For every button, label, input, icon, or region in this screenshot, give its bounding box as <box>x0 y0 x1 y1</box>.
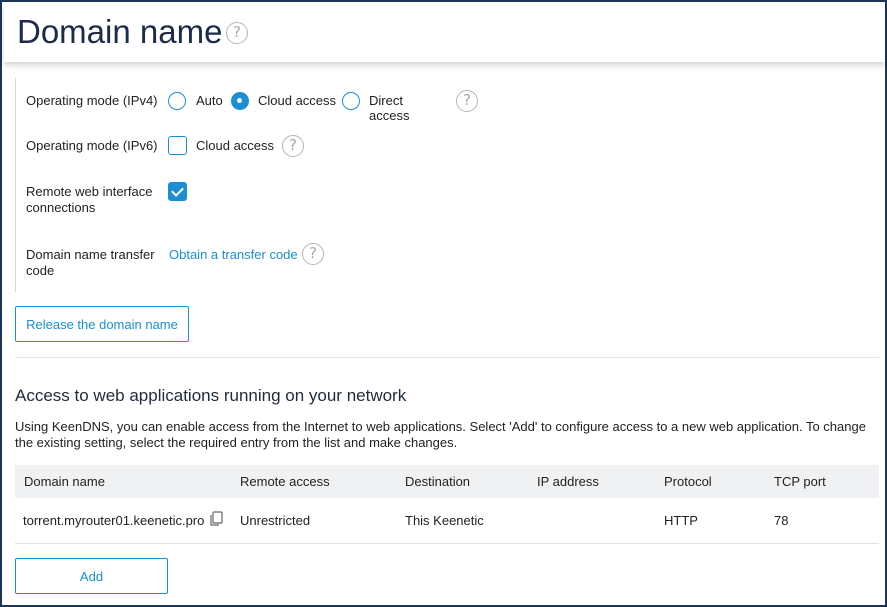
help-icon[interactable]: ? <box>226 22 248 44</box>
radio-auto-label[interactable]: Auto <box>196 93 223 108</box>
ipv6-cloud-access-checkbox[interactable] <box>168 136 187 155</box>
help-icon[interactable]: ? <box>282 135 304 157</box>
col-destination[interactable]: Destination <box>405 474 470 489</box>
remote-web-label-line2: connections <box>26 200 96 215</box>
remote-web-checkbox[interactable] <box>168 182 187 201</box>
page-header: Domain name ? <box>4 4 885 62</box>
help-icon[interactable]: ? <box>456 90 478 112</box>
col-remote-access[interactable]: Remote access <box>240 474 330 489</box>
col-ip-address[interactable]: IP address <box>537 474 599 489</box>
apps-description: Using KeenDNS, you can enable access fro… <box>15 419 866 450</box>
cell-port: 78 <box>774 513 789 528</box>
page-title: Domain name <box>17 13 223 50</box>
remote-web-label-line1: Remote web interface <box>26 184 153 199</box>
cell-destination: This Keenetic <box>405 513 484 528</box>
divider <box>15 357 879 358</box>
cell-remote-access: Unrestricted <box>240 513 311 528</box>
copy-icon[interactable] <box>209 511 223 527</box>
transfer-code-label-line1: Domain name transfer <box>26 247 155 262</box>
cell-protocol: HTTP <box>664 513 698 528</box>
ipv4-mode-label: Operating mode (IPv4) <box>26 93 158 108</box>
release-domain-button[interactable]: Release the domain name <box>15 306 189 342</box>
add-button[interactable]: Add <box>15 558 168 594</box>
cell-domain: torrent.myrouter01.keenetic.pro <box>23 513 205 528</box>
col-protocol[interactable]: Protocol <box>664 474 712 489</box>
radio-cloud-access-label[interactable]: Cloud access <box>258 93 336 108</box>
table-row[interactable]: torrent.myrouter01.keenetic.pro Unrestri… <box>15 498 879 544</box>
radio-direct-access[interactable] <box>342 92 360 110</box>
radio-cloud-access[interactable] <box>231 92 249 110</box>
help-icon[interactable]: ? <box>302 243 324 265</box>
apps-table-header: Domain name Remote access Destination IP… <box>15 465 879 498</box>
transfer-code-label-line2: code <box>26 263 55 278</box>
radio-auto[interactable] <box>168 92 186 110</box>
col-domain-name[interactable]: Domain name <box>24 474 105 489</box>
apps-section-title: Access to web applications running on yo… <box>15 386 407 405</box>
settings-panel: Operating mode (IPv4) Auto Cloud access … <box>15 78 478 292</box>
radio-direct-access-label[interactable]: Direct access <box>369 93 435 123</box>
ipv6-cloud-access-label[interactable]: Cloud access <box>196 138 274 153</box>
obtain-transfer-code-link[interactable]: Obtain a transfer code <box>169 247 298 262</box>
col-tcp-port[interactable]: TCP port <box>774 474 826 489</box>
ipv6-mode-label: Operating mode (IPv6) <box>26 138 158 153</box>
